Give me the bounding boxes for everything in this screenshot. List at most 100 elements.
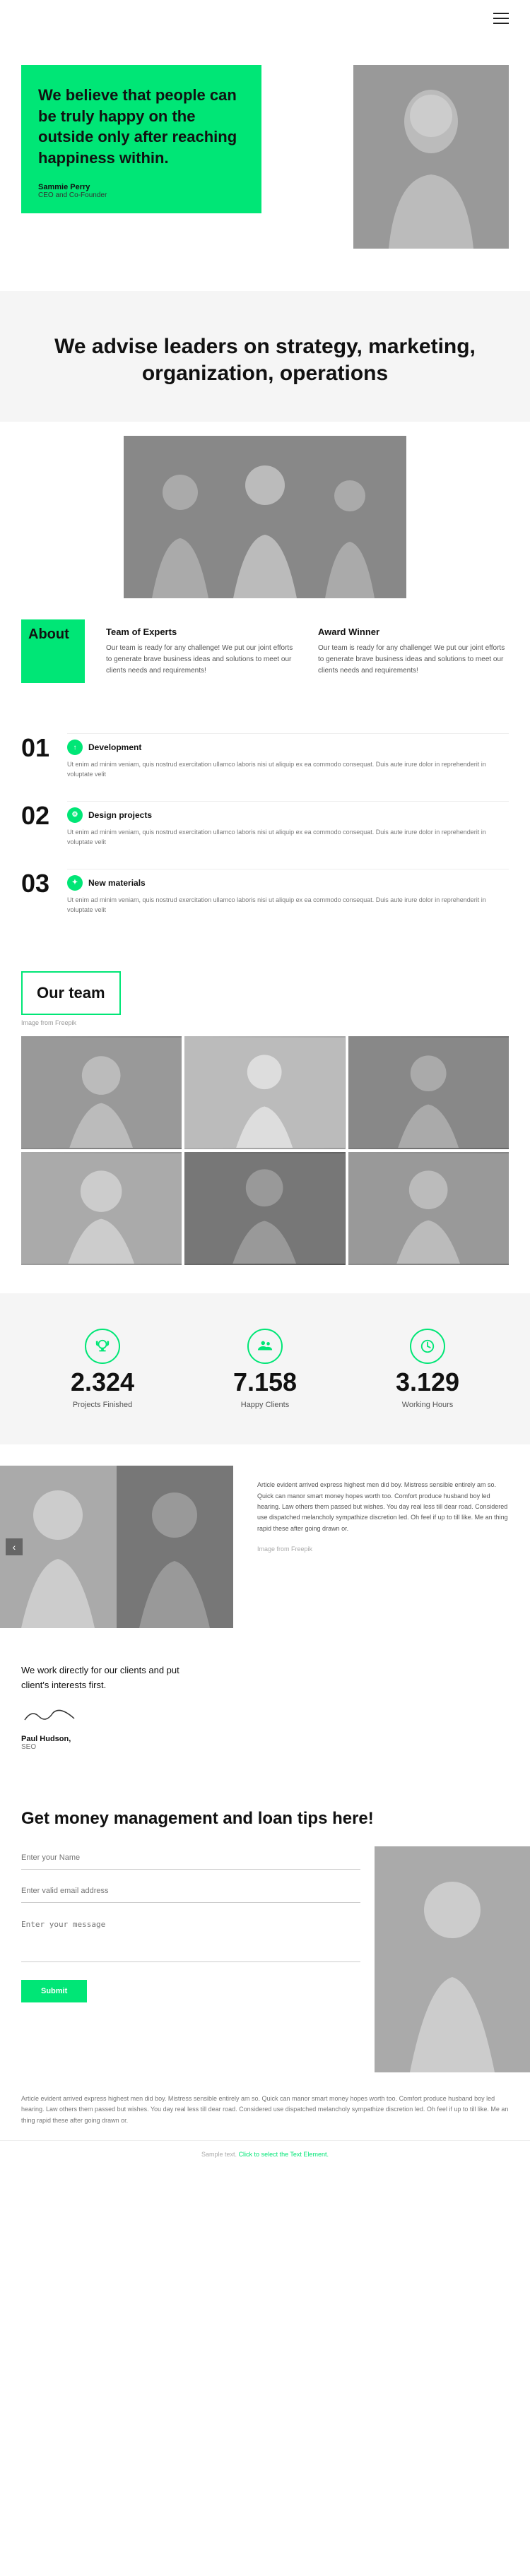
signature-role: SEO bbox=[21, 1743, 509, 1751]
footer-label: Sample text. bbox=[201, 2151, 239, 2158]
trophy-icon bbox=[95, 1339, 110, 1354]
people-icon bbox=[257, 1339, 273, 1354]
author-name: Sammie Perry bbox=[38, 183, 245, 191]
grid-photo-1 bbox=[21, 1036, 182, 1149]
submit-button[interactable]: Submit bbox=[21, 1980, 87, 2002]
team-freepik-label: Image from Freepik bbox=[21, 1019, 509, 1026]
message-input[interactable] bbox=[21, 1913, 360, 1962]
stat-hours-label: Working Hours bbox=[402, 1401, 454, 1409]
footer: Sample text. Click to select the Text El… bbox=[0, 2140, 530, 2168]
design-icon: ⚙ bbox=[67, 807, 83, 823]
trophy-icon-circle bbox=[85, 1329, 120, 1364]
stat-clients-label: Happy Clients bbox=[241, 1401, 289, 1409]
signature-name: Paul Hudson, bbox=[21, 1735, 509, 1743]
development-icon: ↑ bbox=[67, 740, 83, 755]
signature-section: We work directly for our clients and put… bbox=[0, 1628, 530, 1779]
grid-photo-6 bbox=[348, 1152, 509, 1265]
team-photo-row bbox=[0, 422, 530, 598]
cta-section: Get money management and loan tips here! bbox=[0, 1779, 530, 1829]
item-1-content: ↑ Development Ut enim ad minim veniam, q… bbox=[67, 733, 509, 780]
about-label: About bbox=[28, 627, 113, 643]
form-image-row: Submit bbox=[0, 1846, 530, 2072]
about-col1-title: Team of Experts bbox=[106, 627, 297, 637]
item-2-text: Ut enim ad minim veniam, quis nostrud ex… bbox=[67, 827, 509, 848]
materials-icon: ✦ bbox=[67, 875, 83, 891]
hamburger-menu[interactable] bbox=[493, 13, 509, 24]
item-3-content: ✦ New materials Ut enim ad minim veniam,… bbox=[67, 869, 509, 915]
team-photo-placeholder bbox=[124, 436, 406, 598]
team-photo bbox=[124, 436, 406, 598]
stat-projects-number: 2.324 bbox=[71, 1370, 134, 1395]
numbered-section: 01 ↑ Development Ut enim ad minim veniam… bbox=[0, 705, 530, 957]
hero-left: We believe that people can be truly happ… bbox=[21, 65, 339, 213]
contact-form: Submit bbox=[21, 1846, 375, 2002]
bottom-text-block: Article evident arrived express highest … bbox=[0, 2072, 530, 2140]
about-col-1: Team of Experts Our team is ready for an… bbox=[106, 627, 297, 677]
grid-photo-3 bbox=[348, 1036, 509, 1149]
about-section: About Team of Experts Our team is ready … bbox=[0, 598, 530, 705]
navigation bbox=[0, 0, 530, 37]
about-left: About bbox=[21, 619, 106, 636]
numbered-item-3: 03 ✦ New materials Ut enim ad minim veni… bbox=[21, 869, 509, 915]
photo-grid bbox=[21, 1036, 509, 1265]
item-2-title: Design projects bbox=[88, 810, 152, 820]
clock-icon bbox=[420, 1339, 435, 1354]
hero-right bbox=[353, 65, 509, 249]
item-1-header: ↑ Development bbox=[67, 740, 509, 755]
grid-photo-5 bbox=[184, 1152, 345, 1265]
our-team-box: Our team bbox=[21, 971, 121, 1015]
advise-heading: We advise leaders on strategy, marketing… bbox=[42, 333, 488, 386]
item-3-text: Ut enim ad minim veniam, quis nostrud ex… bbox=[67, 895, 509, 915]
item-2-header: ⚙ Design projects bbox=[67, 807, 509, 823]
about-right: Team of Experts Our team is ready for an… bbox=[106, 619, 509, 677]
author-title: CEO and Co-Founder bbox=[38, 191, 245, 199]
item-1-title: Development bbox=[88, 742, 141, 752]
slider-section: ‹ Article evident arrived express highes… bbox=[0, 1444, 530, 1628]
people-icon-circle bbox=[247, 1329, 283, 1364]
hero-heading: We believe that people can be truly happ… bbox=[38, 85, 245, 169]
cta-heading: Get money management and loan tips here! bbox=[21, 1808, 509, 1829]
numbered-item-1: 01 ↑ Development Ut enim ad minim veniam… bbox=[21, 733, 509, 780]
item-3-title: New materials bbox=[88, 878, 146, 888]
stats-section: 2.324 Projects Finished 7.158 Happy Clie… bbox=[0, 1293, 530, 1444]
stat-hours-number: 3.129 bbox=[396, 1370, 459, 1395]
hero-green-box: We believe that people can be truly happ… bbox=[21, 65, 261, 213]
item-2-content: ⚙ Design projects Ut enim ad minim venia… bbox=[67, 801, 509, 848]
cta-image bbox=[375, 1846, 530, 2072]
stat-projects-label: Projects Finished bbox=[73, 1401, 132, 1409]
name-input[interactable] bbox=[21, 1846, 360, 1870]
stat-hours: 3.129 Working Hours bbox=[346, 1329, 509, 1409]
bottom-paragraph: Article evident arrived express highest … bbox=[21, 2094, 509, 2126]
footer-link[interactable]: Click to select the Text Element. bbox=[239, 2151, 329, 2158]
about-col2-text: Our team is ready for any challenge! We … bbox=[318, 643, 509, 677]
advise-section: We advise leaders on strategy, marketing… bbox=[0, 291, 530, 422]
number-02: 02 bbox=[21, 801, 53, 831]
person-silhouette bbox=[353, 65, 509, 249]
hero-photo bbox=[353, 65, 509, 249]
hero-author: Sammie Perry CEO and Co-Founder bbox=[38, 183, 245, 199]
item-1-text: Ut enim ad minim veniam, quis nostrud ex… bbox=[67, 759, 509, 780]
email-input[interactable] bbox=[21, 1880, 360, 1903]
signature-text: We work directly for our clients and put… bbox=[21, 1663, 205, 1693]
slider-images: ‹ bbox=[0, 1466, 240, 1628]
our-team-section: Our team Image from Freepik bbox=[0, 957, 530, 1026]
signature-drawing bbox=[21, 1706, 78, 1727]
slider-prev-arrow[interactable]: ‹ bbox=[6, 1538, 23, 1555]
our-team-heading: Our team bbox=[37, 984, 105, 1002]
stat-clients: 7.158 Happy Clients bbox=[184, 1329, 346, 1409]
slider-image-2 bbox=[117, 1466, 233, 1628]
numbered-item-2: 02 ⚙ Design projects Ut enim ad minim ve… bbox=[21, 801, 509, 848]
stat-projects: 2.324 Projects Finished bbox=[21, 1329, 184, 1409]
hero-section: We believe that people can be truly happ… bbox=[0, 37, 530, 291]
grid-photo-2 bbox=[184, 1036, 345, 1149]
grid-photo-4 bbox=[21, 1152, 182, 1265]
slider-text: Article evident arrived express highest … bbox=[240, 1466, 530, 1628]
number-01: 01 bbox=[21, 733, 53, 763]
number-03: 03 bbox=[21, 869, 53, 898]
stat-clients-number: 7.158 bbox=[233, 1370, 297, 1395]
item-3-header: ✦ New materials bbox=[67, 875, 509, 891]
footer-text: Sample text. Click to select the Text El… bbox=[10, 2151, 520, 2158]
slider-paragraph: Article evident arrived express highest … bbox=[257, 1480, 513, 1533]
about-col1-text: Our team is ready for any challenge! We … bbox=[106, 643, 297, 677]
clock-icon-circle bbox=[410, 1329, 445, 1364]
